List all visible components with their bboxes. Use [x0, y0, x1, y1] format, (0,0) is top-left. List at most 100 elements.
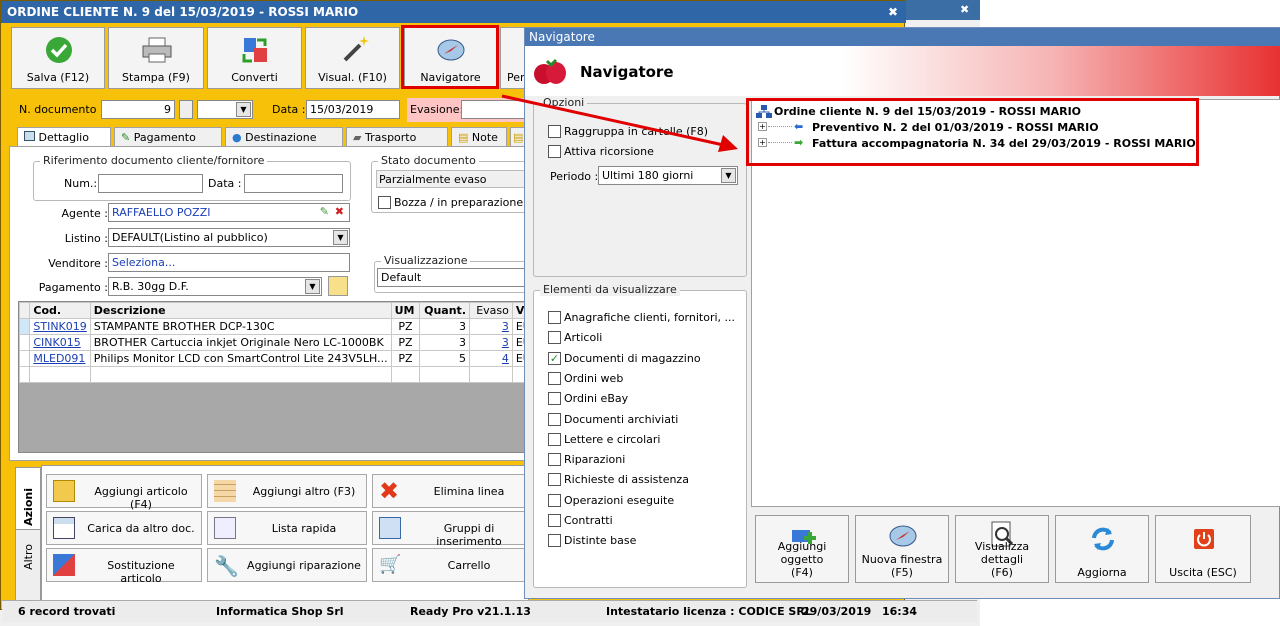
- replace-article-icon: [53, 554, 75, 576]
- ref-date-input[interactable]: [244, 174, 343, 193]
- item-code-link[interactable]: CINK015: [29, 334, 91, 351]
- save-button[interactable]: Salva (F12): [11, 27, 105, 89]
- order-close-button[interactable]: ✖: [888, 5, 898, 19]
- tab-trasporto[interactable]: ▰ Trasporto (F8): [346, 127, 448, 157]
- element-checkbox[interactable]: [548, 453, 561, 467]
- view-button[interactable]: Visual. (F10): [305, 27, 400, 89]
- element-checkbox[interactable]: [548, 473, 561, 487]
- pagamento-label: Pagamento :: [38, 281, 108, 294]
- element-checkbox[interactable]: [548, 493, 561, 507]
- col-quant[interactable]: Quant.: [419, 302, 470, 319]
- row-selector[interactable]: [19, 350, 31, 367]
- element-label: Articoli: [564, 331, 603, 345]
- draft-checkbox[interactable]: [378, 196, 391, 209]
- view-details-button[interactable]: Visualizza dettagli (F6): [955, 515, 1049, 583]
- chevron-down-icon[interactable]: ▼: [333, 230, 348, 245]
- item-description: Philips Monitor LCD con SmartControl Lit…: [89, 350, 392, 367]
- highlight-navigator-button: [401, 25, 499, 89]
- element-checkbox[interactable]: [548, 534, 561, 548]
- row-selector[interactable]: [19, 318, 31, 335]
- order-window-title: ORDINE CLIENTE N. 9 del 15/03/2019 - ROS…: [1, 1, 906, 23]
- item-evaso-link[interactable]: 3: [469, 334, 513, 351]
- draft-label: Bozza / in preparazione: [394, 196, 524, 209]
- table-row[interactable]: MLED091 Philips Monitor LCD con SmartCon…: [19, 350, 525, 367]
- replace-article-label: Sostituzione articolo: [107, 559, 175, 585]
- ref-num-label: Num.:: [64, 177, 98, 190]
- row-selector[interactable]: [19, 334, 31, 351]
- add-article-button[interactable]: Aggiungi articolo (F4): [46, 474, 202, 511]
- table-row[interactable]: CINK015 BROTHER Cartuccia inkjet Origina…: [19, 334, 525, 351]
- element-checkbox[interactable]: [548, 311, 561, 324]
- col-descrizione[interactable]: Descrizione: [89, 302, 392, 319]
- doc-number-input[interactable]: 9: [101, 100, 175, 119]
- new-window-button[interactable]: Nuova finestra (F5): [855, 515, 949, 583]
- element-checkbox[interactable]: [548, 371, 561, 385]
- print-button[interactable]: Stampa (F9): [108, 27, 204, 89]
- element-checkbox[interactable]: ✓: [548, 351, 561, 365]
- chevron-down-icon[interactable]: ▼: [236, 102, 251, 117]
- cart-button[interactable]: 🛒 Carrello: [372, 548, 532, 582]
- element-checkbox[interactable]: [548, 412, 561, 426]
- clear-x-icon[interactable]: ✖: [335, 205, 344, 218]
- table-row[interactable]: STINK019 STAMPANTE BROTHER DCP-130C PZ 3…: [19, 318, 525, 335]
- power-icon: [1194, 529, 1214, 549]
- navigator-header-title: Navigatore: [580, 63, 674, 81]
- replace-article-button[interactable]: Sostituzione articolo: [46, 548, 202, 585]
- chevron-down-icon[interactable]: ▼: [721, 168, 736, 183]
- print-label: Stampa (F9): [122, 71, 190, 84]
- listino-select[interactable]: DEFAULT(Listino al pubblico) ▼: [108, 228, 350, 247]
- folder-icon[interactable]: [328, 276, 348, 296]
- item-code-link[interactable]: MLED091: [29, 350, 91, 367]
- chevron-down-icon[interactable]: ▼: [305, 279, 320, 294]
- load-from-doc-button[interactable]: Carica da altro doc.: [46, 511, 202, 545]
- item-um: PZ: [390, 334, 421, 351]
- tab-destinazione[interactable]: ● Destinazione (F7): [225, 127, 343, 157]
- exit-button[interactable]: Uscita (ESC): [1155, 515, 1251, 583]
- visualizzazione-group: Visualizzazione Default: [374, 254, 532, 293]
- item-evaso-link[interactable]: 3: [469, 318, 513, 335]
- delete-line-button[interactable]: ✖ Elimina linea: [372, 474, 532, 508]
- side-tab-altro[interactable]: Altro: [15, 529, 41, 601]
- add-object-label: Aggiungi oggetto: [777, 540, 827, 566]
- elements-title: Elementi da visualizzare: [540, 283, 680, 296]
- add-object-button[interactable]: Aggiungi oggetto (F4): [755, 515, 849, 583]
- venditore-field[interactable]: Seleziona...: [108, 253, 350, 272]
- item-evaso-link[interactable]: 4: [469, 350, 513, 367]
- col-um[interactable]: UM: [390, 302, 421, 319]
- element-label: Lettere e circolari: [564, 432, 661, 446]
- quick-list-button[interactable]: Lista rapida: [207, 511, 367, 545]
- col-cod[interactable]: Cod.: [29, 302, 91, 319]
- refresh-button[interactable]: Aggiorna: [1055, 515, 1149, 583]
- add-repair-button[interactable]: 🔧 Aggiungi riparazione: [207, 548, 367, 582]
- item-code-link[interactable]: STINK019: [29, 318, 91, 335]
- date-field[interactable]: 15/03/2019: [306, 100, 400, 119]
- refresh-icon: [1092, 527, 1114, 551]
- background-close-button[interactable]: ✖: [960, 3, 969, 16]
- doc-number-suffix[interactable]: [179, 100, 193, 119]
- listino-label: Listino :: [64, 232, 108, 245]
- period-label: Periodo :: [550, 170, 599, 183]
- col-evaso[interactable]: Evaso: [469, 302, 513, 319]
- pagamento-select[interactable]: R.B. 30gg D.F. ▼: [108, 277, 322, 296]
- tab-pagamento[interactable]: ✎ Pagamento (F6): [114, 127, 222, 157]
- period-select[interactable]: Ultimi 180 giorni ▼: [598, 166, 738, 185]
- edit-pencil-icon[interactable]: ✎: [320, 205, 329, 218]
- evasione-label: Evasione:: [410, 103, 464, 116]
- visualizzazione-select[interactable]: Default: [377, 268, 532, 287]
- element-checkbox[interactable]: [548, 331, 561, 345]
- ref-num-input[interactable]: [98, 174, 203, 193]
- convert-button[interactable]: Converti: [207, 27, 302, 89]
- agent-field[interactable]: RAFFAELLO POZZI ✎ ✖: [108, 203, 350, 222]
- element-checkbox[interactable]: [548, 432, 561, 446]
- state-group-title: Stato documento: [378, 154, 479, 167]
- element-label: Distinte base: [564, 534, 637, 548]
- navigator-titlebar: Navigatore: [525, 28, 1280, 46]
- ref-date-label: Data :: [208, 177, 242, 190]
- insert-groups-button[interactable]: Gruppi di inserimento: [372, 511, 532, 548]
- add-other-button[interactable]: Aggiungi altro (F3): [207, 474, 367, 508]
- doc-series-select[interactable]: ▼: [197, 100, 253, 119]
- element-checkbox[interactable]: [548, 392, 561, 406]
- table-row-empty[interactable]: [19, 366, 525, 383]
- status-version: Ready Pro v21.1.13: [410, 605, 531, 618]
- element-checkbox[interactable]: [548, 514, 561, 527]
